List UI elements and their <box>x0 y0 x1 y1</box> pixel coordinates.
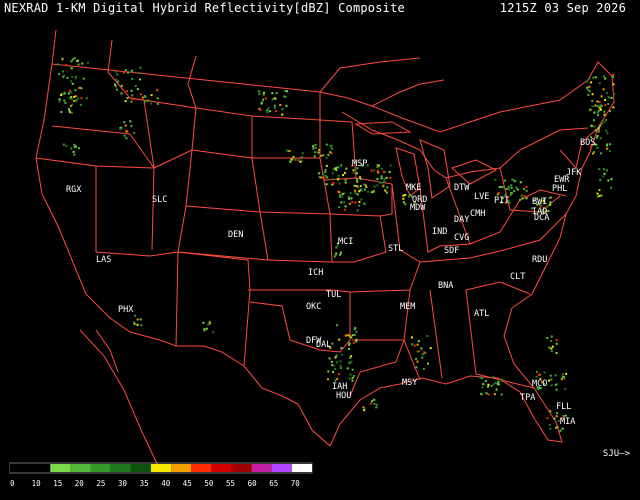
station-label-mci: MCI <box>338 237 353 247</box>
state-boundaries <box>35 29 615 471</box>
station-label-lve: LVE <box>474 192 489 202</box>
station-label-jfk: JFK <box>566 168 582 178</box>
legend-tick-label: 70 <box>291 479 301 488</box>
legend-swatch <box>291 464 312 472</box>
map-timestamp: 1215Z 03 Sep 2026 <box>499 1 626 15</box>
dbz-color-legend: 0 10 15 20 25 30 35 40 45 50 55 60 65 70 <box>9 462 313 488</box>
legend-swatch <box>10 464 31 472</box>
station-label-rgx: RGX <box>66 185 82 195</box>
station-label-fll: FLL <box>556 402 571 412</box>
legend-tick-label: 25 <box>96 479 105 488</box>
station-label-pit: PIT <box>494 196 509 206</box>
radar-map-window: { "header": { "title": "NEXRAD 1-KM Digi… <box>0 0 640 500</box>
station-label-rdu: RDU <box>532 255 547 265</box>
legend-swatch <box>251 464 272 472</box>
legend-swatch <box>211 464 232 472</box>
legend-swatch <box>110 464 131 472</box>
legend-swatch <box>271 464 292 472</box>
map-title: NEXRAD 1-KM Digital Hybrid Reflectivity[… <box>4 1 405 15</box>
station-label-bos: BOS <box>580 138 595 148</box>
legend-swatch <box>90 464 111 472</box>
station-label-mke: MKE <box>406 183 421 193</box>
legend-tick-label: 15 <box>53 479 62 488</box>
station-label-cmh: CMH <box>470 209 485 219</box>
offmap-arrow-label: SJU—> <box>602 449 630 459</box>
station-label-ind: IND <box>432 227 447 237</box>
legend-swatch <box>130 464 151 472</box>
station-label-day: DAY <box>454 215 469 225</box>
legend-tick-label: 35 <box>140 479 149 488</box>
legend-tick-label: 60 <box>248 479 258 488</box>
station-label-msy: MSY <box>402 378 417 388</box>
station-label-atl: ATL <box>474 309 489 319</box>
legend-tick-label: 50 <box>204 479 214 488</box>
station-label-sdf: SDF <box>444 246 459 256</box>
station-label-phx: PHX <box>118 305 134 315</box>
legend-swatch <box>150 464 172 472</box>
legend-swatch <box>50 464 71 472</box>
legend-swatch <box>231 464 252 472</box>
station-label-mco: MCO <box>532 379 547 389</box>
station-label-dca: DCA <box>534 213 549 223</box>
station-label-ich: ICH <box>308 268 323 278</box>
legend-swatch <box>30 464 51 472</box>
station-label-den: DEN <box>228 230 243 240</box>
legend-tick-label: 0 <box>10 479 15 488</box>
legend-swatch <box>70 464 91 472</box>
station-label-msp: MSP <box>352 159 367 169</box>
station-label-stl: STL <box>388 244 403 254</box>
reflectivity-echoes <box>56 57 616 432</box>
station-label-okc: OKC <box>306 302 321 312</box>
legend-tick-label: 65 <box>269 479 278 488</box>
station-label-hou: HOU <box>336 391 351 401</box>
legend-swatch <box>171 464 192 472</box>
station-label-tpa: TPA <box>520 393 535 403</box>
station-label-slc: SLC <box>152 195 167 205</box>
legend-tick-label: 10 <box>32 479 42 488</box>
legend-tick-label: 20 <box>75 479 85 488</box>
station-label-bwi: BWI <box>532 197 547 207</box>
station-label-phl: PHL <box>552 184 567 194</box>
station-label-dal: DAL <box>316 340 331 350</box>
station-label-mia: MIA <box>560 417 575 427</box>
station-label-bna: BNA <box>438 281 453 291</box>
station-label-dtw: DTW <box>454 183 470 193</box>
station-label-cvg: CVG <box>454 233 469 243</box>
legend-tick-label: 45 <box>183 479 192 488</box>
us-reflectivity-map: RGXSLCDENLASPHXMSPMKEORDMDWDTWLVE PITCMHD… <box>9 29 616 488</box>
station-label-tul: TUL <box>326 290 341 300</box>
legend-swatch <box>191 464 212 472</box>
station-label-las: LAS <box>96 255 111 265</box>
station-label-mdw: MDW <box>410 203 426 213</box>
legend-tick-label: 55 <box>226 479 235 488</box>
station-label-mem: MEM <box>400 302 415 312</box>
station-label-clt: CLT <box>510 272 525 282</box>
legend-tick-label: 30 <box>118 479 128 488</box>
legend-tick-label: 40 <box>161 479 171 488</box>
